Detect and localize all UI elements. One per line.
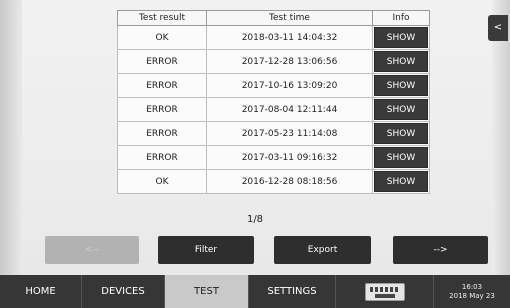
table-row: ERROR 2017-05-23 11:14:08 SHOW: [117, 121, 430, 146]
bottom-navigation-bar: HOME DEVICES TEST SETTINGS 16:03 2018 Ma…: [0, 275, 510, 308]
time-cell: 2016-12-28 08:18:56: [206, 169, 373, 194]
show-button[interactable]: SHOW: [374, 123, 428, 144]
time-cell: 2017-10-16 13:09:20: [206, 73, 373, 98]
header-test-result: Test result: [117, 10, 207, 26]
show-button[interactable]: SHOW: [374, 75, 428, 96]
header-info: Info: [372, 10, 430, 26]
table-header-row: Test result Test time Info: [117, 10, 430, 26]
info-cell: SHOW: [372, 145, 430, 170]
test-results-table: Test result Test time Info OK 2018-03-11…: [117, 10, 430, 194]
table-row: ERROR 2017-12-28 13:06:56 SHOW: [117, 49, 430, 74]
keyboard-icon: [364, 282, 405, 301]
keyboard-button[interactable]: [336, 275, 434, 308]
show-button[interactable]: SHOW: [374, 147, 428, 168]
collapse-panel-tab[interactable]: <: [488, 15, 508, 41]
clock-display: 16:03 2018 May 23: [434, 275, 510, 308]
next-page-button[interactable]: -->: [393, 236, 488, 264]
page-indicator: 1/8: [246, 214, 264, 225]
result-cell: ERROR: [117, 121, 207, 146]
info-cell: SHOW: [372, 121, 430, 146]
export-button[interactable]: Export: [274, 236, 371, 264]
result-cell: OK: [117, 25, 207, 50]
info-cell: SHOW: [372, 73, 430, 98]
table-row: OK 2018-03-11 14:04:32 SHOW: [117, 25, 430, 50]
show-button[interactable]: SHOW: [374, 99, 428, 120]
time-cell: 2018-03-11 14:04:32: [206, 25, 373, 50]
clock-date: 2018 May 23: [449, 291, 495, 300]
nav-test[interactable]: TEST: [165, 275, 249, 308]
result-cell: ERROR: [117, 97, 207, 122]
info-cell: SHOW: [372, 25, 430, 50]
bezel-left: [0, 0, 22, 308]
nav-devices[interactable]: DEVICES: [82, 275, 165, 308]
result-cell: OK: [117, 169, 207, 194]
bezel-right: [492, 0, 510, 308]
info-cell: SHOW: [372, 49, 430, 74]
time-cell: 2017-05-23 11:14:08: [206, 121, 373, 146]
table-row: ERROR 2017-08-04 12:11:44 SHOW: [117, 97, 430, 122]
clock-time: 16:03: [461, 282, 483, 291]
show-button[interactable]: SHOW: [374, 51, 428, 72]
nav-home[interactable]: HOME: [0, 275, 82, 308]
nav-settings[interactable]: SETTINGS: [249, 275, 336, 308]
time-cell: 2017-08-04 12:11:44: [206, 97, 373, 122]
show-button[interactable]: SHOW: [374, 27, 428, 48]
previous-page-button[interactable]: <--: [45, 236, 139, 264]
result-cell: ERROR: [117, 145, 207, 170]
table-row: OK 2016-12-28 08:18:56 SHOW: [117, 169, 430, 194]
info-cell: SHOW: [372, 169, 430, 194]
header-test-time: Test time: [206, 10, 373, 26]
show-button[interactable]: SHOW: [374, 171, 428, 192]
table-row: ERROR 2017-10-16 13:09:20 SHOW: [117, 73, 430, 98]
filter-button[interactable]: Filter: [158, 236, 254, 264]
result-cell: ERROR: [117, 49, 207, 74]
time-cell: 2017-03-11 09:16:32: [206, 145, 373, 170]
info-cell: SHOW: [372, 97, 430, 122]
result-cell: ERROR: [117, 73, 207, 98]
time-cell: 2017-12-28 13:06:56: [206, 49, 373, 74]
table-row: ERROR 2017-03-11 09:16:32 SHOW: [117, 145, 430, 170]
